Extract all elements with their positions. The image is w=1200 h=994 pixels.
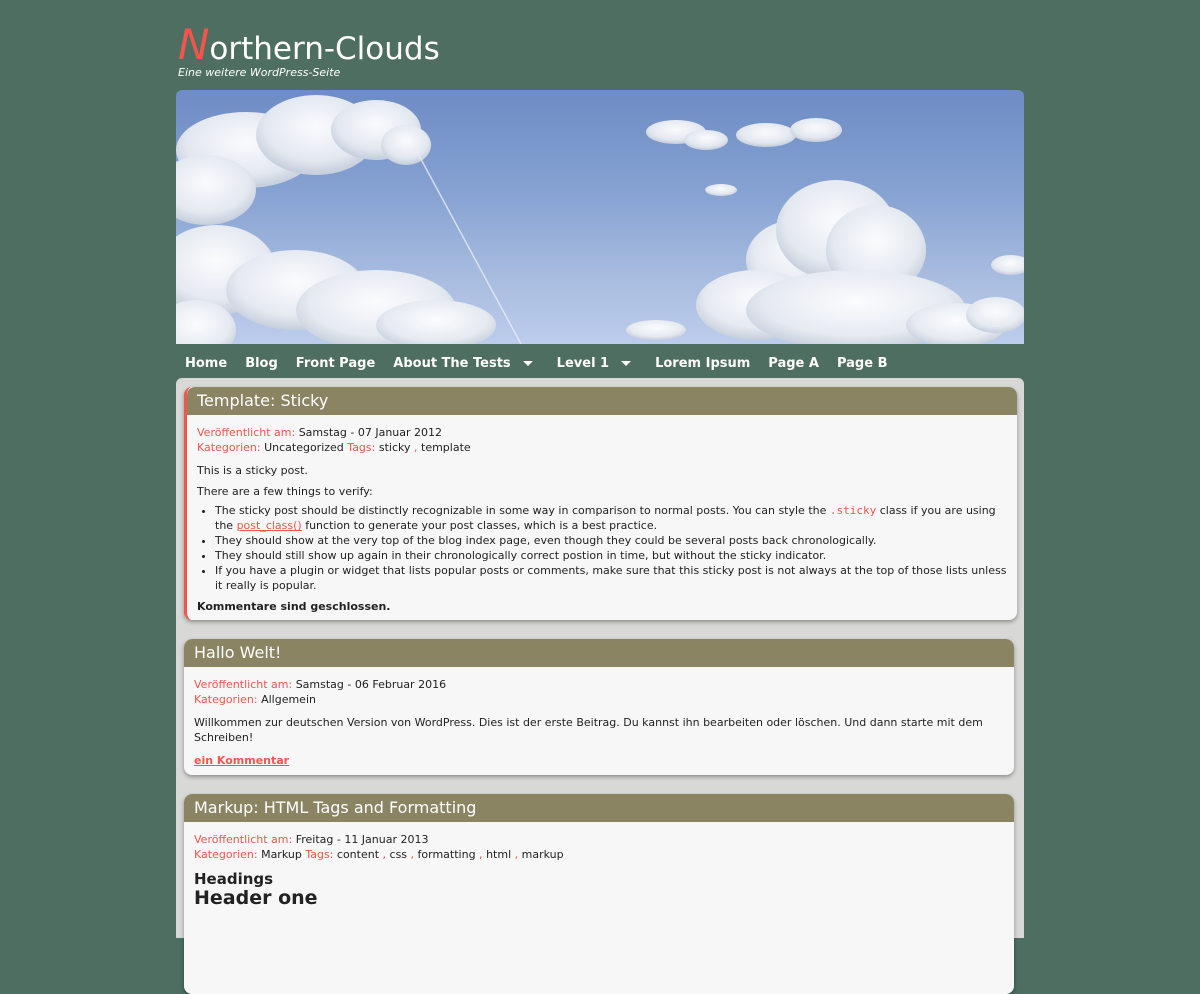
category-link[interactable]: Markup (261, 848, 302, 861)
nav-item-about-the-tests[interactable]: About The Tests (384, 356, 547, 371)
post-meta-categories: Kategorien: Allgemein (194, 693, 316, 706)
site-title-initial: N (178, 20, 210, 69)
tag-link[interactable]: template (421, 441, 471, 454)
site-branding: Northern-Clouds (178, 20, 440, 69)
post-title[interactable]: Hallo Welt! (184, 639, 1014, 667)
tag-link[interactable]: html (486, 848, 511, 861)
post-meta-categories: Kategorien: Markup Tags: content , css ,… (194, 848, 564, 861)
post-body: Veröffentlicht am: Freitag - 11 Januar 2… (184, 822, 1014, 914)
caret-down-icon (621, 360, 632, 366)
list-item: If you have a plugin or widget that list… (215, 563, 1007, 593)
post-meta-date: Veröffentlicht am: Freitag - 11 Januar 2… (194, 833, 429, 846)
post-meta-date: Veröffentlicht am: Samstag - 06 Februar … (194, 678, 447, 691)
caret-down-icon (522, 360, 533, 366)
category-link[interactable]: Uncategorized (264, 441, 344, 454)
nav-item-level-1[interactable]: Level 1 (548, 356, 646, 371)
clouds-image (176, 95, 1024, 344)
post-text: This is a sticky post. (197, 464, 308, 477)
tag-link[interactable]: markup (522, 848, 564, 861)
tag-link[interactable]: sticky (379, 441, 411, 454)
list-item: They should show at the very top of the … (215, 533, 1007, 548)
post-meta-date: Veröffentlicht am: Samstag - 07 Januar 2… (197, 426, 443, 439)
tag-link[interactable]: formatting (418, 848, 476, 861)
nav-item-page-b[interactable]: Page B (828, 356, 897, 371)
post-title[interactable]: Markup: HTML Tags and Formatting (184, 794, 1014, 822)
post-body: Veröffentlicht am: Samstag - 07 Januar 2… (187, 415, 1017, 620)
site-tagline: Eine weitere WordPress-Seite (178, 66, 341, 79)
post-markup: Markup: HTML Tags and Formatting Veröffe… (184, 794, 1014, 994)
post-text: There are a few things to verify: (197, 485, 373, 498)
tag-link[interactable]: css (390, 848, 408, 861)
post-sticky: Template: Sticky Veröffentlicht am: Sams… (184, 387, 1017, 620)
post-list: The sticky post should be distinctly rec… (197, 503, 1007, 593)
comments-closed: Kommentare sind geschlossen. (197, 600, 391, 613)
list-item: The sticky post should be distinctly rec… (215, 503, 1007, 533)
nav-item-home[interactable]: Home (176, 356, 236, 371)
site-title[interactable]: Northern-Clouds (178, 20, 440, 69)
code-sticky: .sticky (829, 504, 877, 517)
heading-headings: Headings (194, 870, 274, 888)
main-navigation: Home Blog Front Page About The Tests Lev… (176, 346, 1024, 380)
category-link[interactable]: Allgemein (261, 693, 316, 706)
nav-item-page-a[interactable]: Page A (759, 356, 828, 371)
site-title-rest: orthern-Clouds (209, 31, 440, 67)
post-hello-world: Hallo Welt! Veröffentlicht am: Samstag -… (184, 639, 1014, 775)
post-meta-categories: Kategorien: Uncategorized Tags: sticky ,… (197, 441, 471, 454)
comment-link[interactable]: ein Kommentar (194, 753, 289, 768)
nav-item-front-page[interactable]: Front Page (287, 356, 384, 371)
post-text: Willkommen zur deutschen Version von Wor… (194, 716, 983, 744)
nav-item-blog[interactable]: Blog (236, 356, 287, 371)
post-class-link[interactable]: post_class() (237, 519, 302, 532)
header-image (176, 90, 1024, 344)
tag-link[interactable]: content (337, 848, 379, 861)
content-area: Template: Sticky Veröffentlicht am: Sams… (176, 378, 1024, 994)
heading-header-one: Header one (194, 887, 318, 909)
list-item: They should still show up again in their… (215, 548, 1007, 563)
post-title[interactable]: Template: Sticky (187, 387, 1017, 415)
post-body: Veröffentlicht am: Samstag - 06 Februar … (184, 667, 1014, 775)
nav-item-lorem-ipsum[interactable]: Lorem Ipsum (646, 356, 759, 371)
